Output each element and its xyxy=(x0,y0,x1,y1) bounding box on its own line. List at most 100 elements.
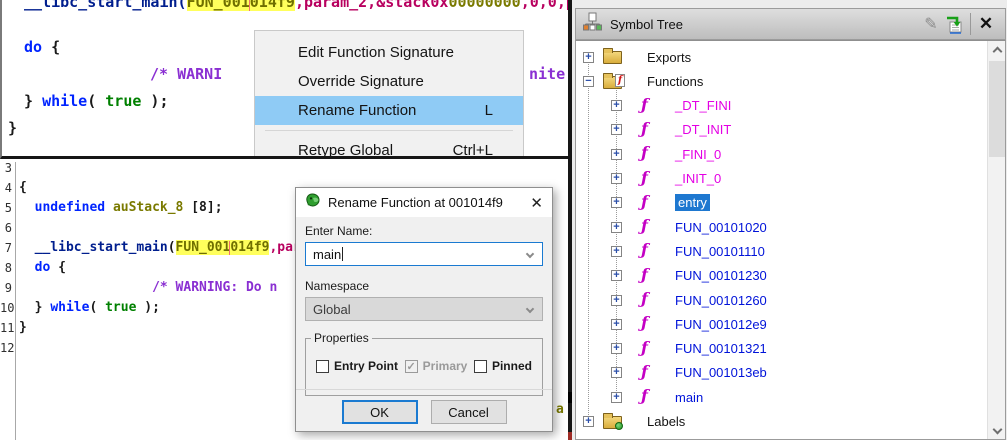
menu-item-override-signature[interactable]: Override Signature xyxy=(255,67,523,96)
tree-item-label[interactable]: FUN_00101110 xyxy=(675,244,765,259)
code-text: { xyxy=(19,178,27,198)
menu-item-rename-function[interactable]: Rename Function L xyxy=(255,96,523,125)
tree-item-label[interactable]: Functions xyxy=(647,74,703,89)
symbol-tree-item-fun_00101260[interactable]: + ƒ FUN_00101260 xyxy=(576,288,1005,312)
edit-label-button[interactable]: ✎ xyxy=(919,12,943,36)
tree-item-label[interactable]: _DT_INIT xyxy=(675,122,731,137)
ghidra-dragon-icon xyxy=(305,192,321,213)
symbol-tree-item-exports[interactable]: + Exports xyxy=(576,45,1005,69)
code-token: } xyxy=(24,92,43,110)
expand-icon[interactable]: + xyxy=(611,391,622,403)
code-token: ( xyxy=(89,300,106,315)
tree-item-label[interactable]: _INIT_0 xyxy=(675,171,721,186)
expand-icon[interactable]: + xyxy=(611,100,622,112)
symbol-tree-item-main[interactable]: + ƒ main xyxy=(576,385,1005,409)
code-text: } while( true ); xyxy=(19,298,160,318)
checkbox-pinned[interactable]: Pinned xyxy=(473,359,532,373)
expand-icon[interactable]: + xyxy=(583,51,594,63)
tree-item-label[interactable]: entry xyxy=(675,194,710,212)
ok-button[interactable]: OK xyxy=(341,400,418,424)
expand-icon[interactable]: + xyxy=(611,173,622,184)
code-token: auStack_8 xyxy=(112,200,184,215)
symbol-tree-item-fun_00101020[interactable]: + ƒ FUN_00101020 xyxy=(576,215,1005,239)
menu-item-label: Retype Global xyxy=(298,142,394,159)
tree-item-label[interactable]: FUN_001013eb xyxy=(675,365,767,380)
expand-icon[interactable]: + xyxy=(611,270,622,282)
symbol-tree-item-fun_00101110[interactable]: + ƒ FUN_00101110 xyxy=(576,239,1005,263)
code-line: /* WARNI xyxy=(150,65,222,83)
tree-item-label[interactable]: main xyxy=(675,390,703,405)
symbol-tree-item-entry[interactable]: + ƒ entry xyxy=(576,191,1005,215)
symbol-tree-item-_dt_init[interactable]: + ƒ _DT_INIT xyxy=(576,118,1005,142)
close-icon: ✕ xyxy=(978,14,994,33)
expand-icon[interactable]: + xyxy=(583,416,594,427)
expand-icon[interactable]: + xyxy=(611,124,622,136)
scroll-up-button[interactable] xyxy=(988,41,1005,58)
name-value: main xyxy=(313,246,342,262)
rename-function-dialog: Rename Function at 001014f9 ✕ Enter Name… xyxy=(295,187,553,432)
cancel-button[interactable]: Cancel xyxy=(430,400,507,424)
function-icon: ƒ xyxy=(641,313,648,333)
tree-item-label[interactable]: FUN_00101260 xyxy=(675,293,767,308)
scrollbar-thumb[interactable] xyxy=(989,61,1005,157)
tree-item-label[interactable]: FUN_00101230 xyxy=(675,268,767,283)
symbol-tree-item-_dt_fini[interactable]: + ƒ _DT_FINI xyxy=(576,94,1005,118)
function-icon: ƒ xyxy=(641,264,648,284)
expand-icon[interactable]: + xyxy=(611,148,622,160)
menu-item-retype-global[interactable]: Retype Global Ctrl+L xyxy=(255,136,523,159)
collapse-icon[interactable]: − xyxy=(583,75,594,87)
code-text: } xyxy=(19,318,27,338)
symbol-tree-header: Symbol Tree ✎ ✕ xyxy=(575,8,1006,40)
symbol-tree-item-fun_00101321[interactable]: + ƒ FUN_00101321 xyxy=(576,337,1005,361)
tree-item-label[interactable]: _FINI_0 xyxy=(675,147,721,162)
properties-group: Properties Entry Point ✓ Primary Pinned xyxy=(305,331,543,396)
checkbox-label: Pinned xyxy=(491,359,532,373)
tree-item-label[interactable]: Labels xyxy=(647,414,685,429)
function-icon: ƒ xyxy=(641,118,648,138)
symbol-tree-item-_fini_0[interactable]: + ƒ _FINI_0 xyxy=(576,142,1005,166)
expand-icon[interactable]: + xyxy=(611,221,622,233)
expand-icon[interactable]: + xyxy=(611,318,622,330)
panel-divider[interactable] xyxy=(568,0,572,440)
checkbox-box[interactable] xyxy=(316,359,329,373)
function-name-input[interactable]: main xyxy=(305,242,543,266)
namespace-select[interactable]: Global xyxy=(305,297,543,321)
namespace-label: Namespace xyxy=(305,279,370,293)
tree-item-label[interactable]: FUN_00101020 xyxy=(675,220,767,235)
checkbox-box[interactable] xyxy=(473,359,487,373)
expand-icon[interactable]: + xyxy=(611,367,622,379)
tree-item-label[interactable]: FUN_00101321 xyxy=(675,341,767,356)
symbol-tree-panel: Symbol Tree ✎ ✕ + Exports − f Functions … xyxy=(572,0,1007,440)
scroll-marker-black xyxy=(568,392,572,403)
code-token: } xyxy=(19,300,51,315)
go-to-symbol-icon xyxy=(946,16,961,34)
checkbox-label: Primary xyxy=(422,359,468,373)
expand-icon[interactable]: + xyxy=(611,245,622,257)
tree-item-label[interactable]: FUN_001012e9 xyxy=(675,317,767,332)
scroll-down-button[interactable] xyxy=(988,422,1005,439)
tree-item-label[interactable]: Exports xyxy=(647,50,691,65)
checkbox-entry-point[interactable]: Entry Point xyxy=(316,359,398,373)
code-token: ( xyxy=(167,240,176,255)
expand-icon[interactable]: + xyxy=(611,343,622,355)
menu-item-edit-function-signature[interactable]: Edit Function Signature xyxy=(255,38,523,67)
expand-icon[interactable]: + xyxy=(611,294,622,306)
code-token: } xyxy=(8,119,18,137)
close-panel-button[interactable]: ✕ xyxy=(974,12,998,36)
dialog-titlebar[interactable]: Rename Function at 001014f9 ✕ xyxy=(296,188,552,217)
vertical-scrollbar[interactable] xyxy=(987,41,1005,439)
tree-item-label[interactable]: _DT_FINI xyxy=(675,98,731,113)
dialog-close-icon[interactable]: ✕ xyxy=(530,194,543,212)
code-token: /* WARNI xyxy=(150,65,223,83)
symbol-tree-item-functions[interactable]: − f Functions xyxy=(576,69,1005,93)
symbol-tree-item-fun_001012e9[interactable]: + ƒ FUN_001012e9 xyxy=(576,312,1005,336)
symbol-tree-item-fun_00101230[interactable]: + ƒ FUN_00101230 xyxy=(576,264,1005,288)
symbol-tree-item-_init_0[interactable]: + ƒ _INIT_0 xyxy=(576,167,1005,191)
toolbar-separator xyxy=(970,13,971,35)
combo-chevron-icon[interactable] xyxy=(525,249,535,259)
symbol-tree-item-labels[interactable]: + Labels xyxy=(576,410,1005,434)
go-to-symbol-button[interactable] xyxy=(943,12,967,36)
expand-icon[interactable]: + xyxy=(611,197,622,209)
symbol-tree-item-fun_001013eb[interactable]: + ƒ FUN_001013eb xyxy=(576,361,1005,385)
